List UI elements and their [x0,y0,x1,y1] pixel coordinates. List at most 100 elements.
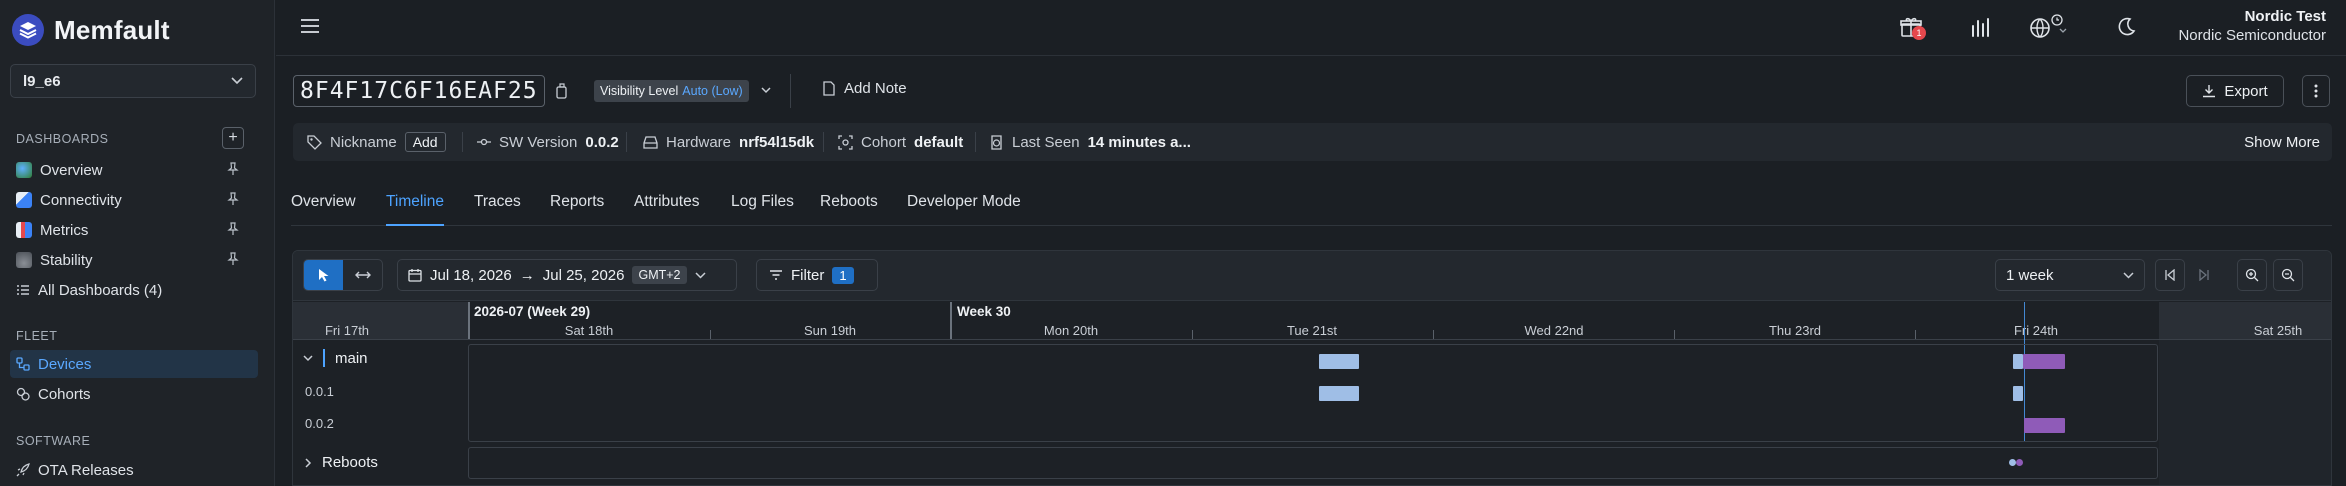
chevron-right-icon [305,457,312,468]
sidebar-item-all-dashboards[interactable]: All Dashboards (4) [10,276,258,304]
tab-reboots[interactable]: Reboots [820,193,878,226]
menu-icon[interactable] [300,18,320,34]
pan-mode-button[interactable] [343,260,382,290]
tab-log-files[interactable]: Log Files [731,193,794,226]
day-label: Mon 20th [1043,323,1099,338]
rocket-icon [16,463,30,477]
sidebar: Memfault l9_e6 DASHBOARDS + Overview Con… [0,0,275,486]
hardware-value: nrf54l15dk [739,133,815,151]
add-dashboard-button[interactable]: + [222,127,244,149]
moon-icon[interactable] [2115,16,2137,38]
timeline-reboots-row [468,447,2158,479]
step-back-icon [2165,269,2175,281]
timeline-group-main [468,344,2158,442]
reboot-event-marker[interactable] [2009,459,2016,466]
commit-icon [477,138,491,146]
fleet-section-label: FLEET [16,329,58,343]
tab-reports[interactable]: Reports [550,193,604,226]
meta-cohort: Cohort default [838,123,963,161]
add-nickname-button[interactable]: Add [404,132,446,152]
sidebar-item-label: OTA Releases [38,461,134,479]
sidebar-item-stability[interactable]: Stability [10,246,258,274]
globe-emoji-icon [16,162,32,178]
filter-button[interactable]: Filter 1 [756,259,878,291]
time-window-select[interactable]: 1 week [1995,259,2145,291]
sidebar-item-devices[interactable]: Devices [10,350,258,378]
brand-logo[interactable]: Memfault [12,14,170,46]
main-segment-0-0-1[interactable] [1319,354,1359,369]
pin-icon[interactable] [226,162,240,176]
chevron-down-icon[interactable] [761,87,771,94]
version-segment-0-0-1[interactable] [2013,386,2023,401]
export-label: Export [2224,82,2268,100]
tab-traces[interactable]: Traces [474,193,521,226]
week-label: Week 30 [957,304,1011,319]
tab-overview[interactable]: Overview [291,193,356,226]
chart-emoji-icon [16,192,32,208]
date-range-picker[interactable]: Jul 18, 2026 → Jul 25, 2026 GMT+2 [397,259,737,291]
select-mode-button[interactable] [304,260,343,290]
day-label: Tue 21st [1286,323,1338,338]
cohort-value[interactable]: default [914,134,963,151]
reboot-event-marker[interactable] [2016,459,2023,466]
day-label: Sat 25th [2253,323,2303,338]
main-segment-0-0-1[interactable] [2013,354,2023,369]
reboots-label: Reboots [322,454,378,471]
user-org: Nordic Semiconductor [2178,27,2326,44]
project-select[interactable]: l9_e6 [10,64,256,98]
zoom-in-icon [2245,268,2259,282]
day-label: Sat 18th [564,323,614,338]
timeline-panel: Jul 18, 2026 → Jul 25, 2026 GMT+2 Filter… [292,250,2332,486]
week-tick [468,302,470,339]
show-more-button[interactable]: Show More [2244,123,2320,161]
tab-attributes[interactable]: Attributes [634,193,699,226]
pin-icon[interactable] [226,252,240,266]
version-segment-0-0-1[interactable] [1319,386,1359,401]
reboots-toggle[interactable]: Reboots [305,454,378,471]
step-forward-button[interactable] [2189,259,2219,291]
arrow-right-icon: → [519,266,535,284]
export-button[interactable]: Export [2186,75,2284,107]
dashboards-section-label: DASHBOARDS [16,132,109,146]
divider [975,132,976,152]
tab-developer-mode[interactable]: Developer Mode [907,193,1021,226]
version-segment-0-0-2[interactable] [2024,418,2065,433]
globe-clock-icon[interactable] [2030,14,2068,40]
cohort-label: Cohort [861,133,907,151]
visibility-label: Visibility Level [600,84,679,98]
activity-icon[interactable] [1970,16,1992,38]
last-seen-label: Last Seen [1012,133,1080,151]
zoom-in-button[interactable] [2237,259,2267,291]
visibility-level-badge[interactable]: Visibility Level Auto (Low) [594,80,749,102]
main-segment-0-0-2[interactable] [2023,354,2065,369]
sidebar-item-metrics[interactable]: Metrics [10,216,258,244]
meta-nickname: Nickname Add [307,123,446,161]
tab-timeline[interactable]: Timeline [386,193,444,226]
pin-icon[interactable] [226,192,240,206]
sidebar-item-connectivity[interactable]: Connectivity [10,186,258,214]
add-note-button[interactable]: Add Note [822,80,907,97]
day-label: Fri 24th [2013,323,2059,338]
user-menu[interactable]: Nordic Test Nordic Semiconductor [2178,8,2326,44]
sidebar-item-overview[interactable]: Overview [10,156,258,184]
filter-label: Filter [791,266,825,284]
meta-last-seen: Last Seen 14 minutes a... [989,123,1191,161]
sidebar-item-cohorts[interactable]: Cohorts [10,380,258,408]
device-serial[interactable]: 8F4F17C6F16EAF25 [293,75,545,107]
sidebar-item-ota-releases[interactable]: OTA Releases [10,456,258,484]
more-actions-button[interactable] [2302,75,2330,107]
cohorts-icon [16,387,30,401]
history-icon [991,134,1002,150]
group-main-toggle[interactable]: main [303,349,368,367]
pin-icon[interactable] [226,222,240,236]
sidebar-item-label: Connectivity [40,191,122,209]
day-label: Fri 17th [324,323,370,338]
copy-icon[interactable] [554,83,569,99]
memfault-logo-icon [12,14,44,46]
step-back-button[interactable] [2155,259,2185,291]
sidebar-item-label: All Dashboards (4) [38,281,163,299]
note-icon [823,81,835,96]
add-note-label: Add Note [844,80,907,97]
range-end: Jul 25, 2026 [542,266,625,284]
zoom-out-button[interactable] [2273,259,2303,291]
